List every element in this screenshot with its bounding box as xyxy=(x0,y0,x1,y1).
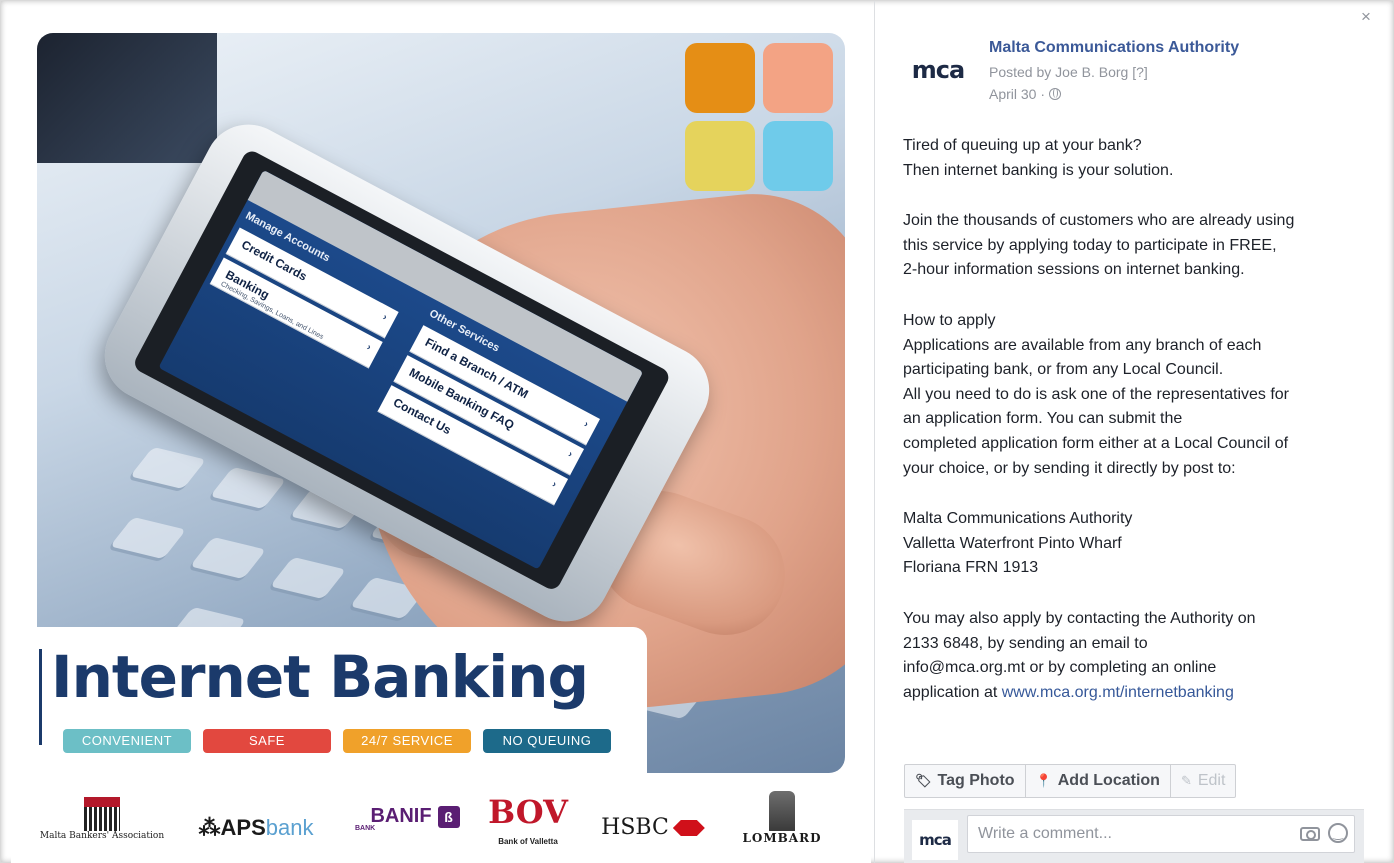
commenter-avatar: mca xyxy=(912,820,958,860)
location-pin-icon: 📍 xyxy=(1035,773,1052,788)
accent-bar xyxy=(39,649,42,745)
banif-logo: BANIF ß BANK xyxy=(355,805,475,832)
badge-safe: SAFE xyxy=(203,729,331,753)
posted-by: Posted by Joe B. Borg [?] xyxy=(989,64,1148,80)
post-paragraph: Join the thousands of customers who are … xyxy=(903,212,1295,279)
comment-bar: mca Write a comment... ‿ xyxy=(904,809,1364,863)
help-link[interactable]: [?] xyxy=(1132,64,1148,80)
tile xyxy=(685,121,755,191)
pencil-icon: ✎ xyxy=(1180,773,1192,788)
post-date[interactable]: April 30 · xyxy=(989,86,1061,102)
tag-photo-button[interactable]: 🏷 Tag Photo xyxy=(905,765,1026,797)
tile xyxy=(763,43,833,113)
internet-banking-link[interactable]: www.mca.org.mt/internetbanking xyxy=(1002,684,1234,701)
tile xyxy=(685,43,755,113)
emoji-icon[interactable]: ‿ xyxy=(1328,823,1348,843)
globe-icon xyxy=(1048,88,1061,100)
lombard-logo: LOMBARD xyxy=(727,791,837,845)
aps-bank-logo: ⁂APSbank xyxy=(198,815,314,840)
page-avatar[interactable]: mca xyxy=(901,53,975,87)
page-name-link[interactable]: Malta Communications Authority xyxy=(989,39,1239,57)
post-paragraph: How to apply Applications are available … xyxy=(903,311,1290,477)
headline: Internet Banking xyxy=(51,643,589,711)
bank-logos: Malta Bankers' Association ⁂APSbank BANI… xyxy=(37,789,845,859)
hsbc-logo: HSBC xyxy=(593,815,713,840)
edit-button[interactable]: ✎ Edit xyxy=(1171,765,1235,797)
tile xyxy=(763,121,833,191)
photo-viewer: Manage Accounts Credit Cards › Banking Ch… xyxy=(0,0,1394,863)
photo-panel[interactable]: Manage Accounts Credit Cards › Banking Ch… xyxy=(11,9,871,863)
post-text: Tired of queuing up at your bank? Then i… xyxy=(903,134,1373,705)
photo-actions: 🏷 Tag Photo 📍 Add Location ✎ Edit xyxy=(904,764,1237,798)
color-tiles xyxy=(685,43,835,193)
bov-logo: BOV Bank of Valletta xyxy=(488,793,568,846)
camera-icon[interactable] xyxy=(1300,827,1320,841)
mba-logo: Malta Bankers' Association xyxy=(37,797,167,841)
badge-convenient: CONVENIENT xyxy=(63,729,191,753)
divider xyxy=(874,1,875,863)
tag-icon: 🏷 xyxy=(915,773,932,788)
comment-input[interactable]: Write a comment... ‿ xyxy=(967,815,1355,853)
badge-no-queuing: NO QUEUING xyxy=(483,729,611,753)
post-paragraph: You may also apply by contacting the Aut… xyxy=(903,609,1256,701)
close-icon[interactable]: × xyxy=(1361,7,1371,27)
badge-24-7-service: 24/7 SERVICE xyxy=(343,729,471,753)
post-paragraph: Malta Communications Authority Valletta … xyxy=(903,510,1133,577)
add-location-button[interactable]: 📍 Add Location xyxy=(1026,765,1171,797)
background-shadow xyxy=(37,33,217,163)
post-paragraph: Tired of queuing up at your bank? Then i… xyxy=(903,137,1174,179)
headline-banner: Internet Banking CONVENIENT SAFE 24/7 SE… xyxy=(27,627,647,777)
